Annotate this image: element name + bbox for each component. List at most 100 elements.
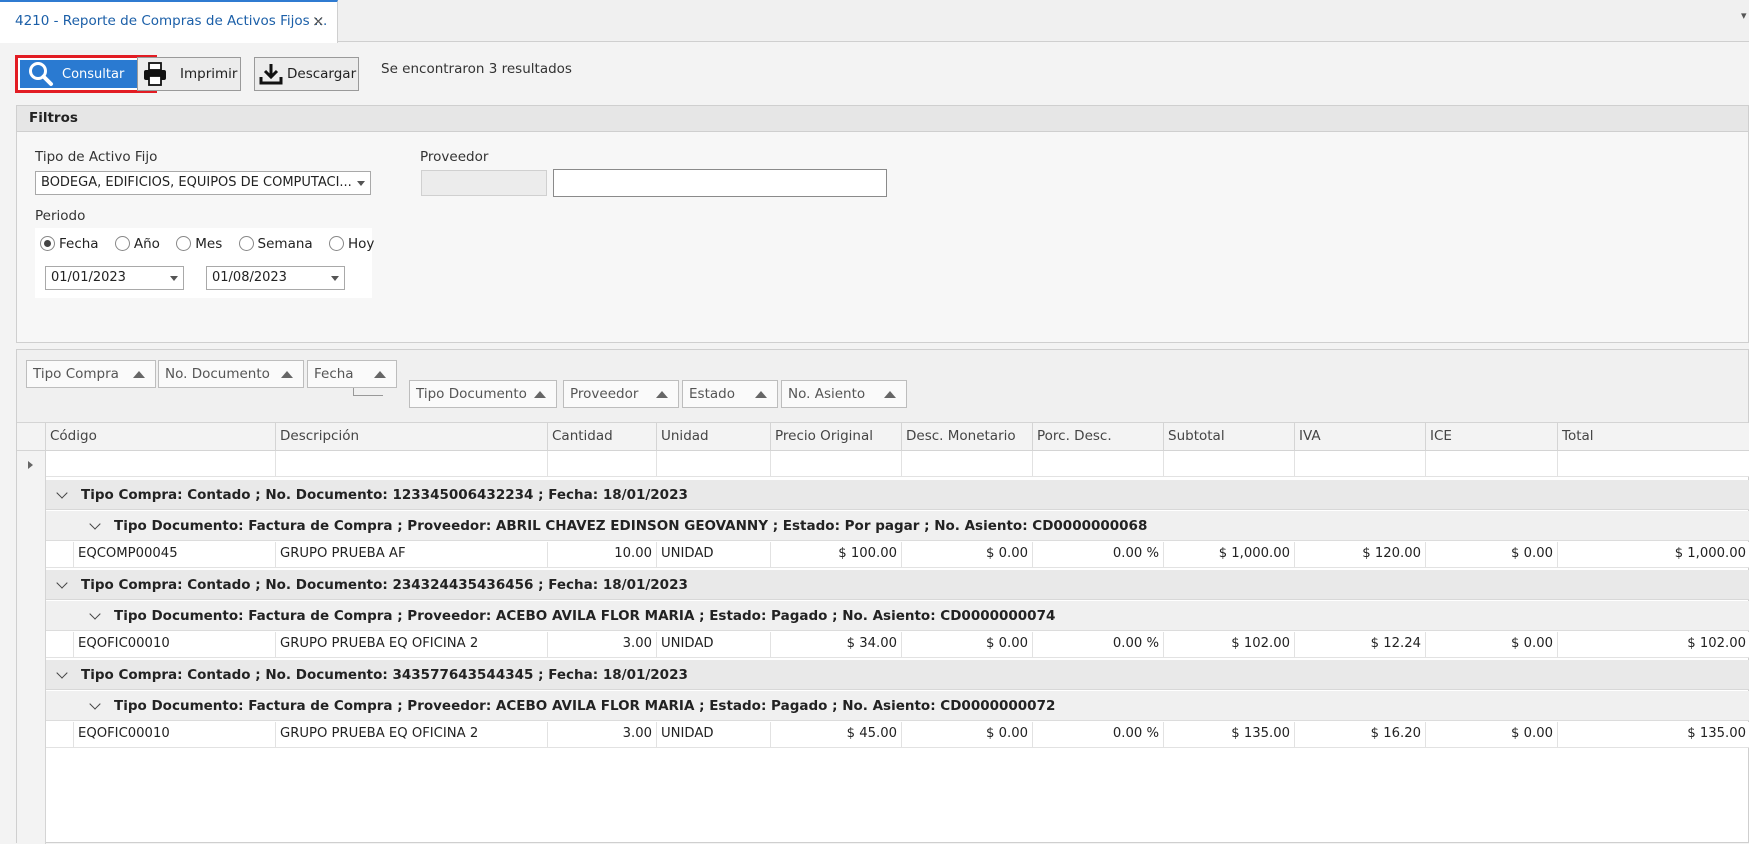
filter-cell-porc[interactable] xyxy=(1033,451,1164,477)
cell-codigo: EQCOMP00045 xyxy=(74,542,276,568)
cell-iva: $ 12.24 xyxy=(1295,632,1426,658)
radio-anio[interactable]: Año xyxy=(114,236,160,252)
cell-descripcion: GRUPO PRUEBA EQ OFICINA 2 xyxy=(276,722,548,748)
filters-title: Filtros xyxy=(17,106,1748,132)
subgroup-row-label: Tipo Documento: Factura de Compra ; Prov… xyxy=(114,698,1056,714)
cell-cantidad: 10.00 xyxy=(548,542,657,568)
subgroup-row[interactable]: Tipo Documento: Factura de Compra ; Prov… xyxy=(46,691,1749,721)
header-desc-monetario[interactable]: Desc. Monetario xyxy=(902,423,1033,451)
imprimir-button[interactable]: Imprimir xyxy=(137,57,241,91)
group-chip-tipo-compra[interactable]: Tipo Compra xyxy=(26,360,156,388)
tab-report[interactable]: 4210 - Reporte de Compras de Activos Fij… xyxy=(0,0,338,43)
group-chip-fecha[interactable]: Fecha xyxy=(307,360,397,388)
filter-cell-descripcion[interactable] xyxy=(276,451,548,477)
header-cantidad[interactable]: Cantidad xyxy=(548,423,657,451)
grid-header: Código Descripción Cantidad Unidad Preci… xyxy=(17,423,1749,451)
chevron-down-icon xyxy=(170,276,178,281)
chevron-down-icon xyxy=(357,181,365,186)
consultar-label: Consultar xyxy=(62,66,125,82)
cell-total: $ 1,000.00 xyxy=(1674,546,1746,561)
sort-asc-icon xyxy=(133,371,145,378)
filter-cell-ice[interactable] xyxy=(1426,451,1558,477)
group-chip-no-documento[interactable]: No. Documento xyxy=(158,360,304,388)
cell-ice: $ 0.00 xyxy=(1426,542,1558,568)
radio-semana[interactable]: Semana xyxy=(238,236,313,252)
subgroup-row[interactable]: Tipo Documento: Factura de Compra ; Prov… xyxy=(46,511,1749,541)
cell-precio-original: $ 34.00 xyxy=(771,632,902,658)
chevron-down-icon[interactable] xyxy=(89,608,101,620)
filter-cell-unidad[interactable] xyxy=(657,451,771,477)
descargar-button[interactable]: Descargar xyxy=(254,57,359,91)
proveedor-label: Proveedor xyxy=(420,149,489,165)
date-from-value: 01/01/2023 xyxy=(51,270,126,285)
group-chip-estado[interactable]: Estado xyxy=(682,380,778,408)
filter-cell-iva[interactable] xyxy=(1295,451,1426,477)
row-indent xyxy=(46,542,74,568)
cell-descripcion: GRUPO PRUEBA AF xyxy=(276,542,548,568)
printer-icon xyxy=(144,62,166,86)
cell-descripcion: GRUPO PRUEBA EQ OFICINA 2 xyxy=(276,632,548,658)
group-chip-proveedor[interactable]: Proveedor xyxy=(563,380,679,408)
filter-cell-precio[interactable] xyxy=(771,451,902,477)
group-chip-no-asiento[interactable]: No. Asiento xyxy=(781,380,907,408)
cell-porc-desc: 0.00 % xyxy=(1033,542,1164,568)
header-ice[interactable]: ICE xyxy=(1426,423,1558,451)
sort-asc-icon xyxy=(534,391,546,398)
filter-cell-total[interactable] xyxy=(1558,451,1749,477)
filter-cell-cantidad[interactable] xyxy=(548,451,657,477)
chevron-down-icon[interactable] xyxy=(56,577,68,589)
periodo-radio-group: Fecha Año Mes Semana Hoy xyxy=(40,236,374,252)
cell-unidad: UNIDAD xyxy=(657,722,771,748)
group-row[interactable]: Tipo Compra: Contado ; No. Documento: 34… xyxy=(46,660,1749,690)
sort-asc-icon xyxy=(374,371,386,378)
chevron-down-icon[interactable] xyxy=(89,518,101,530)
table-row[interactable]: EQCOMP00045 GRUPO PRUEBA AF 10.00 UNIDAD… xyxy=(46,542,1749,568)
header-unidad[interactable]: Unidad xyxy=(657,423,771,451)
proveedor-code-field[interactable] xyxy=(421,170,547,196)
consultar-button[interactable]: Consultar xyxy=(15,55,157,93)
chevron-down-icon[interactable]: ▾ xyxy=(1741,9,1747,22)
cell-subtotal: $ 102.00 xyxy=(1164,632,1295,658)
header-descripcion[interactable]: Descripción xyxy=(276,423,548,451)
header-porc-desc[interactable]: Porc. Desc. xyxy=(1033,423,1164,451)
chevron-down-icon[interactable] xyxy=(89,698,101,710)
filter-cell-codigo[interactable] xyxy=(46,451,276,477)
header-iva[interactable]: IVA xyxy=(1295,423,1426,451)
header-indicator xyxy=(17,423,46,451)
filter-cell-subtotal[interactable] xyxy=(1164,451,1295,477)
filters-panel: Filtros xyxy=(16,105,1749,343)
cell-subtotal: $ 1,000.00 xyxy=(1164,542,1295,568)
search-icon xyxy=(29,62,53,86)
date-to-picker[interactable]: 01/08/2023 xyxy=(206,266,345,290)
header-codigo[interactable]: Código xyxy=(46,423,276,451)
filter-cell-desc[interactable] xyxy=(902,451,1033,477)
date-from-picker[interactable]: 01/01/2023 xyxy=(45,266,184,290)
sort-asc-icon xyxy=(755,391,767,398)
subgroup-row[interactable]: Tipo Documento: Factura de Compra ; Prov… xyxy=(46,601,1749,631)
radio-fecha[interactable]: Fecha xyxy=(40,236,99,252)
tab-title: 4210 - Reporte de Compras de Activos Fij… xyxy=(15,13,328,29)
header-total[interactable]: Total xyxy=(1558,423,1749,451)
chevron-down-icon xyxy=(331,276,339,281)
download-icon xyxy=(259,64,283,85)
results-count: Se encontraron 3 resultados xyxy=(381,61,572,77)
periodo-label: Periodo xyxy=(35,208,86,224)
chevron-down-icon[interactable] xyxy=(56,667,68,679)
header-precio-original[interactable]: Precio Original xyxy=(771,423,902,451)
group-row[interactable]: Tipo Compra: Contado ; No. Documento: 12… xyxy=(46,480,1749,510)
row-indent xyxy=(46,722,74,748)
radio-hoy[interactable]: Hoy xyxy=(328,236,374,252)
close-icon[interactable]: × xyxy=(312,12,325,30)
tipo-activo-select[interactable]: BODEGA, EDIFICIOS, EQUIPOS DE COMPUTACI.… xyxy=(35,171,371,195)
cell-total: $ 135.00 xyxy=(1687,726,1746,741)
table-row[interactable]: EQOFIC00010 GRUPO PRUEBA EQ OFICINA 2 3.… xyxy=(46,722,1749,748)
radio-mes[interactable]: Mes xyxy=(176,236,222,252)
proveedor-name-field[interactable] xyxy=(553,169,887,197)
cell-iva: $ 16.20 xyxy=(1295,722,1426,748)
date-to-value: 01/08/2023 xyxy=(212,270,287,285)
header-subtotal[interactable]: Subtotal xyxy=(1164,423,1295,451)
chevron-down-icon[interactable] xyxy=(56,487,68,499)
group-row[interactable]: Tipo Compra: Contado ; No. Documento: 23… xyxy=(46,570,1749,600)
group-chip-tipo-documento[interactable]: Tipo Documento xyxy=(409,380,557,408)
table-row[interactable]: EQOFIC00010 GRUPO PRUEBA EQ OFICINA 2 3.… xyxy=(46,632,1749,658)
